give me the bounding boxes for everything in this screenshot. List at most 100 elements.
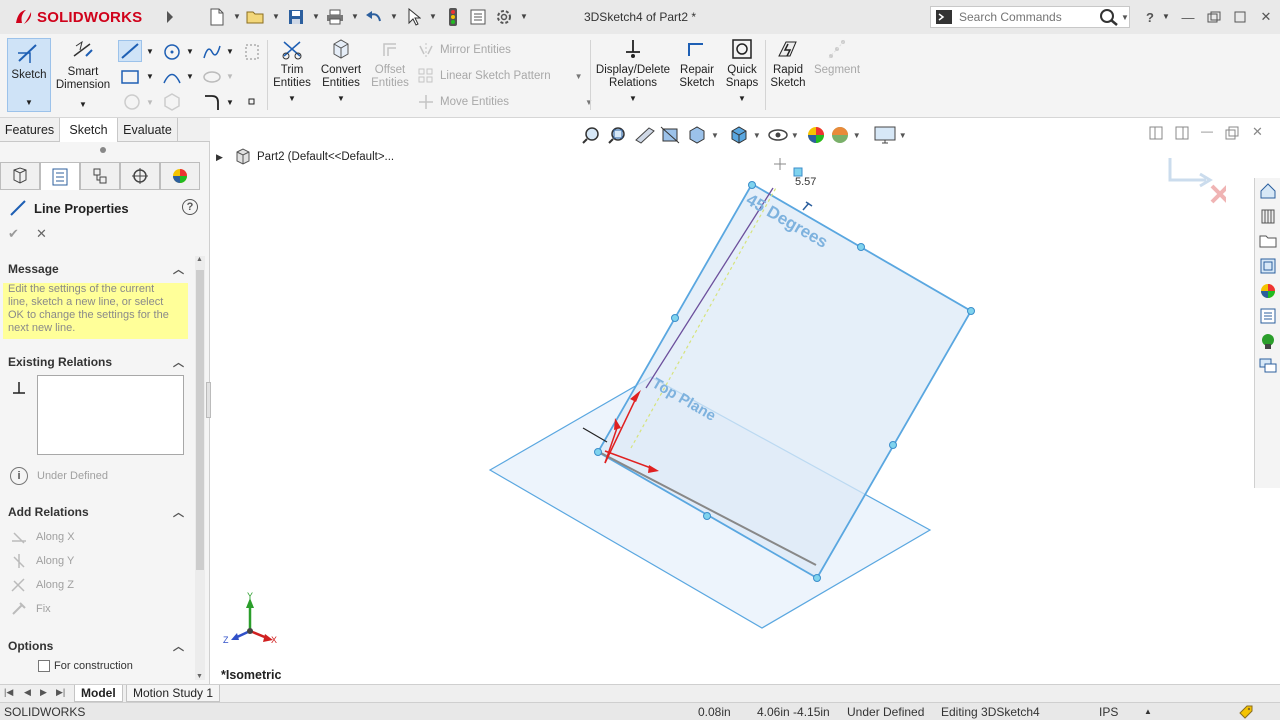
- ok-checkmark-icon[interactable]: ✔: [8, 226, 19, 242]
- new-document-icon[interactable]: [207, 7, 227, 27]
- custom-properties-icon[interactable]: [1257, 305, 1279, 327]
- design-library-icon[interactable]: [1257, 205, 1279, 227]
- collapse-chevron-icon[interactable]: ︿: [173, 504, 184, 520]
- trim-entities-button[interactable]: Trim Entities ▼: [270, 38, 314, 105]
- chevron-down-icon[interactable]: ▼: [1162, 12, 1170, 21]
- chevron-down-icon[interactable]: ▼: [146, 47, 154, 56]
- scrollbar-thumb[interactable]: [196, 270, 204, 570]
- collapse-chevron-icon[interactable]: ︿: [173, 354, 184, 370]
- view-palette-icon[interactable]: [1257, 255, 1279, 277]
- tab-sketch[interactable]: Sketch: [60, 118, 118, 142]
- last-tab-arrow-icon[interactable]: ▶|: [56, 687, 65, 698]
- cancel-x-icon[interactable]: ✕: [36, 226, 47, 242]
- first-tab-arrow-icon[interactable]: |◀: [4, 687, 13, 698]
- display-manager-tab[interactable]: [160, 162, 200, 190]
- display-delete-relations-button[interactable]: Display/Delete Relations ▼: [594, 38, 672, 105]
- dimension-value[interactable]: 5.57: [795, 176, 816, 188]
- help-icon[interactable]: ?: [182, 199, 198, 215]
- segment-button[interactable]: Segment: [812, 38, 862, 77]
- line-tool-button[interactable]: [118, 40, 142, 62]
- repair-sketch-button[interactable]: Repair Sketch: [676, 38, 718, 90]
- options-header[interactable]: Options ︿: [0, 636, 188, 656]
- along-z-relation[interactable]: Along Z: [10, 577, 74, 593]
- chevron-down-icon[interactable]: ▼: [390, 12, 398, 21]
- for-construction-option[interactable]: For construction: [38, 660, 133, 672]
- chevron-down-icon[interactable]: ▼: [272, 12, 280, 21]
- rebuild-traffic-light-icon[interactable]: [443, 7, 463, 27]
- sketch-fillet-icon[interactable]: [122, 92, 142, 115]
- convert-entities-button[interactable]: Convert Entities ▼: [318, 38, 364, 105]
- chevron-down-icon[interactable]: ▼: [186, 72, 194, 81]
- chevron-down-icon[interactable]: ▼: [429, 12, 437, 21]
- help-icon[interactable]: ?: [1140, 8, 1160, 26]
- open-folder-icon[interactable]: [246, 7, 266, 27]
- select-cursor-icon[interactable]: [404, 7, 424, 27]
- tab-evaluate[interactable]: Evaluate: [118, 118, 178, 142]
- dimension-grip[interactable]: [793, 167, 803, 177]
- tag-icon[interactable]: [1238, 704, 1254, 723]
- point-tool-icon[interactable]: [246, 96, 258, 111]
- panel-scrollbar[interactable]: ▲ ▼: [195, 256, 205, 680]
- chevron-down-icon[interactable]: ▼: [186, 47, 194, 56]
- solidworks-resources-icon[interactable]: [1257, 330, 1279, 352]
- chevron-down-icon[interactable]: ▼: [351, 12, 359, 21]
- scroll-up-arrow-icon[interactable]: ▲: [196, 256, 203, 263]
- previous-tab-arrow-icon[interactable]: ◀: [24, 687, 31, 698]
- linear-sketch-pattern-button[interactable]: Linear Sketch Pattern ▼: [418, 66, 583, 86]
- chevron-down-icon[interactable]: ▼: [575, 72, 583, 81]
- add-relations-header[interactable]: Add Relations ︿: [0, 502, 188, 522]
- chevron-down-icon[interactable]: ▼: [585, 98, 593, 107]
- graphics-area[interactable]: ▶ Part2 (Default<<Default>... ▼ ▼ ▼ ▼ ▼ …: [211, 118, 1280, 684]
- panel-handle-dot[interactable]: [100, 147, 106, 153]
- chevron-down-icon[interactable]: ▼: [226, 47, 234, 56]
- for-construction-checkbox[interactable]: [38, 660, 50, 672]
- dimxpert-tab[interactable]: [120, 162, 160, 190]
- next-tab-arrow-icon[interactable]: ▶: [40, 687, 47, 698]
- file-explorer-icon[interactable]: [1257, 230, 1279, 252]
- scroll-down-arrow-icon[interactable]: ▼: [196, 673, 203, 680]
- forum-icon[interactable]: [1257, 355, 1279, 377]
- polygon-tool-icon[interactable]: [162, 92, 182, 115]
- chevron-down-icon[interactable]: ▼: [520, 12, 528, 21]
- move-entities-button[interactable]: Move Entities ▼: [418, 92, 593, 112]
- feature-tree-tab[interactable]: [0, 162, 40, 190]
- chevron-down-icon[interactable]: ▼: [233, 12, 241, 21]
- undo-icon[interactable]: [364, 7, 384, 27]
- quick-snaps-button[interactable]: Quick Snaps ▼: [722, 38, 762, 105]
- rectangle-tool-icon[interactable]: [120, 68, 140, 89]
- restore-icon[interactable]: [1204, 8, 1224, 26]
- along-y-relation[interactable]: Along Y: [10, 553, 74, 569]
- file-properties-icon[interactable]: [468, 7, 488, 27]
- print-icon[interactable]: [325, 7, 345, 27]
- chevron-down-icon[interactable]: ▼: [312, 12, 320, 21]
- save-icon[interactable]: [286, 7, 306, 27]
- rapid-sketch-button[interactable]: Rapid Sketch: [768, 38, 808, 90]
- chevron-down-icon[interactable]: ▼: [226, 98, 234, 107]
- maximize-icon[interactable]: [1230, 8, 1250, 26]
- tab-model[interactable]: Model: [74, 685, 123, 702]
- chevron-down-icon[interactable]: ▼: [1121, 13, 1129, 22]
- ellipse-tool-icon[interactable]: [202, 68, 222, 89]
- arc-tool-icon[interactable]: [162, 68, 182, 89]
- spline-tool-icon[interactable]: [202, 42, 222, 65]
- existing-relations-header[interactable]: Existing Relations ︿: [0, 352, 188, 372]
- chevron-down-icon[interactable]: ▼: [146, 98, 154, 107]
- chevron-up-icon[interactable]: ▲: [1144, 707, 1152, 716]
- chevron-down-icon[interactable]: ▼: [226, 72, 234, 81]
- search-icon[interactable]: [1099, 8, 1119, 26]
- smart-dimension-button[interactable]: Smart Dimension ▼: [55, 38, 111, 111]
- appearances-icon[interactable]: [1257, 280, 1279, 302]
- expand-menu-icon[interactable]: [160, 7, 180, 27]
- mirror-entities-button[interactable]: Mirror Entities: [418, 40, 511, 60]
- message-section-header[interactable]: Message ︿: [0, 259, 188, 279]
- circle-tool-icon[interactable]: [162, 42, 182, 65]
- minimize-icon[interactable]: —: [1178, 8, 1198, 26]
- home-icon[interactable]: [1257, 180, 1279, 202]
- existing-relations-list[interactable]: [37, 375, 184, 455]
- construction-geometry-icon[interactable]: [243, 42, 261, 65]
- configuration-manager-tab[interactable]: [80, 162, 120, 190]
- search-input[interactable]: [959, 10, 1089, 24]
- sketch-button[interactable]: Sketch ▼: [7, 38, 51, 112]
- tab-features[interactable]: Features: [0, 118, 60, 142]
- status-units[interactable]: IPS: [1099, 705, 1118, 719]
